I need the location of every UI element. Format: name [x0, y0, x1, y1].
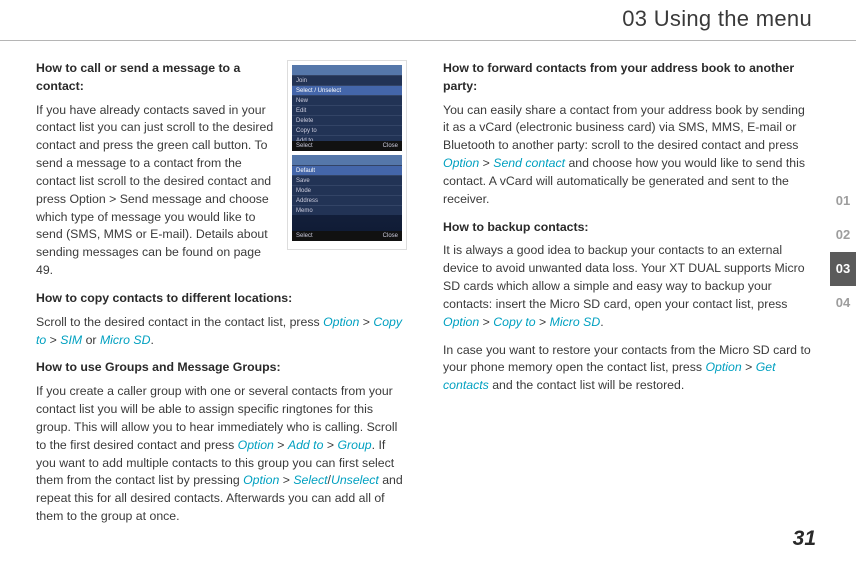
- heading-groups: How to use Groups and Message Groups:: [36, 359, 407, 377]
- heading-copy: How to copy contacts to different locati…: [36, 290, 407, 308]
- link-unselect: Unselect: [331, 473, 379, 487]
- heading-backup: How to backup contacts:: [443, 219, 814, 237]
- link-option: Option: [443, 156, 479, 170]
- side-tabs: 01 02 03 04: [830, 184, 856, 320]
- page-header: 03 Using the menu: [0, 0, 856, 44]
- content-columns: Join Select / Unselect New Edit Delete C…: [36, 60, 814, 536]
- para-restore: In case you want to restore your contact…: [443, 342, 814, 395]
- tab-04: 04: [830, 286, 856, 320]
- link-add-to: Add to: [288, 438, 324, 452]
- right-column: How to forward contacts from your addres…: [443, 60, 814, 536]
- link-send-contact: Send contact: [493, 156, 565, 170]
- link-option: Option: [705, 360, 741, 374]
- link-group: Group: [337, 438, 371, 452]
- link-copy-to: Copy to: [493, 315, 535, 329]
- para-copy: Scroll to the desired contact in the con…: [36, 314, 407, 350]
- chapter-title: 03 Using the menu: [622, 6, 812, 32]
- tab-01: 01: [830, 184, 856, 218]
- link-micro-sd: Micro SD: [100, 333, 151, 347]
- para-backup: It is always a good idea to backup your …: [443, 242, 814, 331]
- tab-02: 02: [830, 218, 856, 252]
- tab-03: 03: [830, 252, 856, 286]
- page-number: 31: [793, 527, 816, 551]
- phone-screenshot: Join Select / Unselect New Edit Delete C…: [287, 60, 407, 250]
- link-select: Select: [293, 473, 327, 487]
- link-option: Option: [443, 315, 479, 329]
- link-sim: SIM: [60, 333, 82, 347]
- link-option: Option: [243, 473, 279, 487]
- link-option: Option: [323, 315, 359, 329]
- phone-screen-bottom: Default Save Mode Address Memo SelectClo…: [292, 155, 402, 241]
- link-micro-sd: Micro SD: [550, 315, 601, 329]
- heading-forward: How to forward contacts from your addres…: [443, 60, 814, 96]
- header-divider: [0, 40, 856, 41]
- link-option: Option: [238, 438, 274, 452]
- phone-screen-top: Join Select / Unselect New Edit Delete C…: [292, 65, 402, 151]
- left-column: Join Select / Unselect New Edit Delete C…: [36, 60, 407, 536]
- para-forward: You can easily share a contact from your…: [443, 102, 814, 209]
- para-groups: If you create a caller group with one or…: [36, 383, 407, 526]
